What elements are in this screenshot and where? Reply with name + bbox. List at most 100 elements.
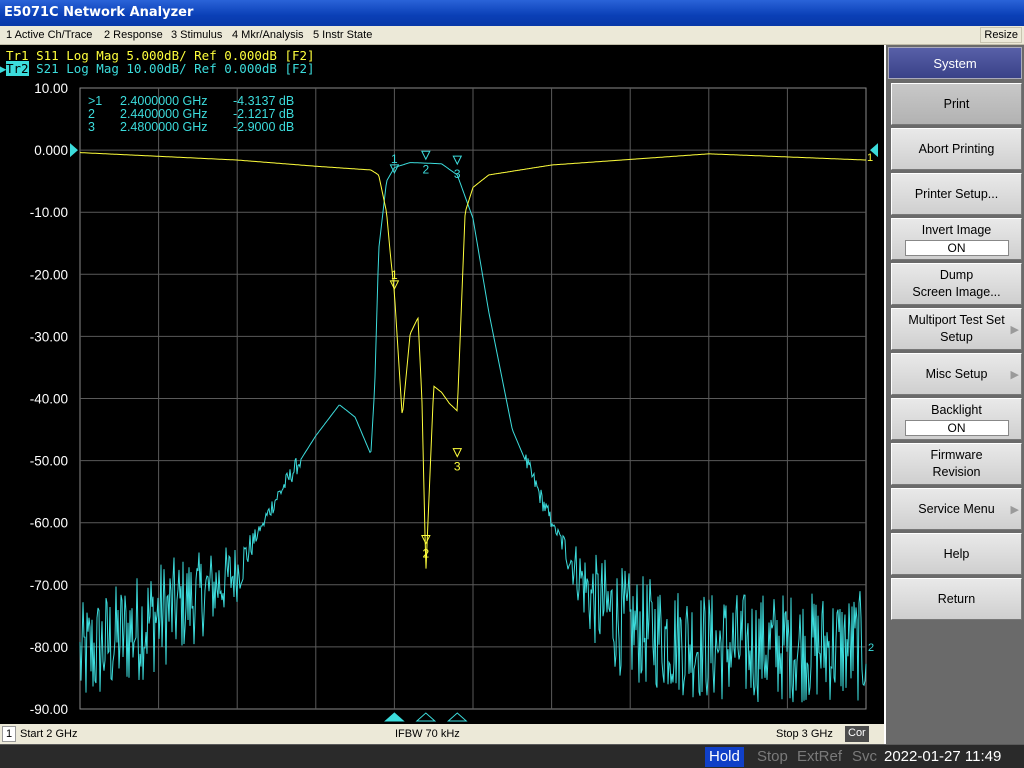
backlight-button[interactable]: Backlight ON [891, 398, 1022, 440]
start-frequency[interactable]: Start 2 GHz [20, 724, 77, 744]
return-button[interactable]: Return [891, 578, 1022, 620]
marker-s11-label: 2 [422, 547, 429, 561]
active-trace-tag: Tr2 [6, 61, 29, 76]
invert-image-button[interactable]: Invert Image ON [891, 218, 1022, 260]
submenu-chevron-icon: ▶ [1010, 504, 1019, 516]
y-tick-label: -20.00 [30, 267, 68, 282]
marker-table-prefix: >1 [88, 94, 102, 108]
marker-s11-label: 3 [454, 460, 461, 474]
return-label: Return [937, 591, 976, 606]
channel-number[interactable]: 1 [2, 726, 16, 742]
hold-indicator: Hold [705, 747, 744, 767]
marker-s21-label: 2 [422, 162, 429, 176]
abort-printing-label: Abort Printing [918, 141, 995, 156]
window-title: E5071C Network Analyzer [4, 5, 194, 20]
dump-line1: Dump [939, 268, 974, 282]
y-tick-label: 10.00 [34, 81, 68, 96]
stop-indicator: Stop [757, 748, 788, 765]
print-button[interactable]: Print [891, 83, 1022, 125]
marker-s11-glyph[interactable] [452, 448, 463, 458]
trace-2-end-label: 2 [868, 642, 874, 654]
print-label: Print [943, 96, 970, 111]
plot-area[interactable]: 10.00 0.000 -10.00 -20.00 -30.00 -40.00 -50.00… [0, 76, 884, 724]
y-tick-label: -30.00 [30, 329, 68, 344]
submenu-chevron-icon: ▶ [1010, 324, 1019, 336]
marker-s21-glyph[interactable] [452, 155, 463, 166]
y-tick-label: 0.000 [34, 143, 68, 158]
invert-image-label: Invert Image [921, 223, 992, 237]
marker-position-triangle-icon[interactable] [446, 712, 468, 722]
marker-table-prefix: 2 [88, 107, 95, 121]
ifbw-value[interactable]: IFBW 70 kHz [395, 724, 460, 744]
multiport-test-set-setup-button[interactable]: Multiport Test Set Setup ▶ [891, 308, 1022, 350]
menu-mkr-analysis[interactable]: 4 Mkr/Analysis [232, 26, 304, 44]
printer-setup-label: Printer Setup... [914, 186, 999, 201]
y-tick-label: -90.00 [30, 702, 68, 717]
marker-table: >1 2.4000000 GHz -4.3137 dB 2 2.4400000 GHz… [88, 94, 294, 134]
y-tick-label: -60.00 [30, 516, 68, 531]
channel-status-bar: 1 Start 2 GHz IFBW 70 kHz Stop 3 GHz Cor [0, 724, 884, 744]
marker-table-value: -2.9000 dB [233, 120, 294, 134]
marker-position-triangle-icon[interactable] [384, 712, 405, 722]
dump-line2: Screen Image... [912, 285, 1001, 299]
trace-1-end-label: 1 [867, 152, 873, 164]
analyzer-window: E5071C Network Analyzer 1 Active Ch/Trac… [0, 0, 1024, 768]
abort-printing-button[interactable]: Abort Printing [891, 128, 1022, 170]
marker-s21-glyph[interactable] [421, 150, 431, 161]
menu-response[interactable]: 2 Response [104, 26, 163, 44]
active-trace-arrow-icon: ▶ [0, 61, 7, 76]
marker-table-freq: 2.4400000 GHz [120, 107, 208, 121]
y-tick-label: -50.00 [30, 454, 68, 469]
firmware-line2: Revision [932, 465, 981, 479]
service-menu-button[interactable]: Service Menu ▶ [891, 488, 1022, 530]
backlight-value: ON [904, 420, 1009, 436]
service-menu-label: Service Menu [918, 501, 995, 516]
multiport-line1: Multiport Test Set [908, 313, 1005, 327]
marker-s21-label: 3 [454, 167, 461, 181]
marker-s21-label: 1 [391, 152, 398, 166]
marker-s11-label: 1 [391, 268, 398, 282]
misc-setup-button[interactable]: Misc Setup ▶ [891, 353, 1022, 395]
date-time: 2022-01-27 11:49 [884, 748, 1002, 765]
instrument-status-bar: Hold Stop ExtRef Svc 2022-01-27 11:49 [0, 744, 1024, 768]
correction-badge: Cor [845, 726, 869, 742]
marker-glyphs: 1 1 2 2 3 3 [384, 150, 468, 722]
menu-instr-state[interactable]: 5 Instr State [313, 26, 372, 44]
marker-table-freq: 2.4800000 GHz [120, 120, 208, 134]
softkey-menu-title: System [888, 47, 1022, 79]
trace-2-desc: S21 Log Mag 10.00dB/ Ref 0.000dB [F2] [28, 61, 315, 76]
y-axis-tick-labels: 10.00 0.000 -10.00 -20.00 -30.00 -40.00 -50.00… [30, 81, 68, 717]
marker-table-freq: 2.4000000 GHz [120, 94, 208, 108]
marker-position-triangle-icon[interactable] [415, 712, 437, 722]
printer-setup-button[interactable]: Printer Setup... [891, 173, 1022, 215]
y-tick-label: -80.00 [30, 640, 68, 655]
y-tick-label: -10.00 [30, 205, 68, 220]
stop-frequency[interactable]: Stop 3 GHz [776, 724, 833, 744]
trace-header: Tr1 S11 Log Mag 5.000dB/ Ref 0.000dB [F2… [0, 47, 884, 77]
marker-table-value: -4.3137 dB [233, 94, 294, 108]
title-bar: E5071C Network Analyzer [0, 0, 1024, 26]
invert-image-value: ON [904, 240, 1009, 256]
graticule [79, 87, 867, 710]
multiport-line2: Setup [940, 330, 973, 344]
menu-stimulus[interactable]: 3 Stimulus [171, 26, 222, 44]
resize-button[interactable]: Resize [980, 27, 1022, 43]
firmware-revision-button[interactable]: Firmware Revision [891, 443, 1022, 485]
y-tick-label: -70.00 [30, 578, 68, 593]
misc-setup-label: Misc Setup [925, 366, 988, 381]
dump-screen-image-button[interactable]: Dump Screen Image... [891, 263, 1022, 305]
submenu-chevron-icon: ▶ [1010, 369, 1019, 381]
extref-indicator: ExtRef [797, 748, 843, 765]
menu-bar: 1 Active Ch/Trace 2 Response 3 Stimulus … [0, 26, 1024, 45]
marker-s11-glyph[interactable] [421, 535, 431, 545]
firmware-line1: Firmware [930, 448, 983, 462]
ref-arrow-left-icon [70, 143, 78, 158]
marker-table-value: -2.1217 dB [233, 107, 294, 121]
menu-active-ch-trace[interactable]: 1 Active Ch/Trace [6, 26, 92, 44]
help-button[interactable]: Help [891, 533, 1022, 575]
y-tick-label: -40.00 [30, 392, 68, 407]
marker-table-prefix: 3 [88, 120, 95, 134]
trace-2-label[interactable]: ▶ Tr2 S21 Log Mag 10.00dB/ Ref 0.000dB [F… [0, 61, 315, 76]
svc-indicator: Svc [852, 748, 878, 765]
backlight-label: Backlight [931, 403, 982, 417]
